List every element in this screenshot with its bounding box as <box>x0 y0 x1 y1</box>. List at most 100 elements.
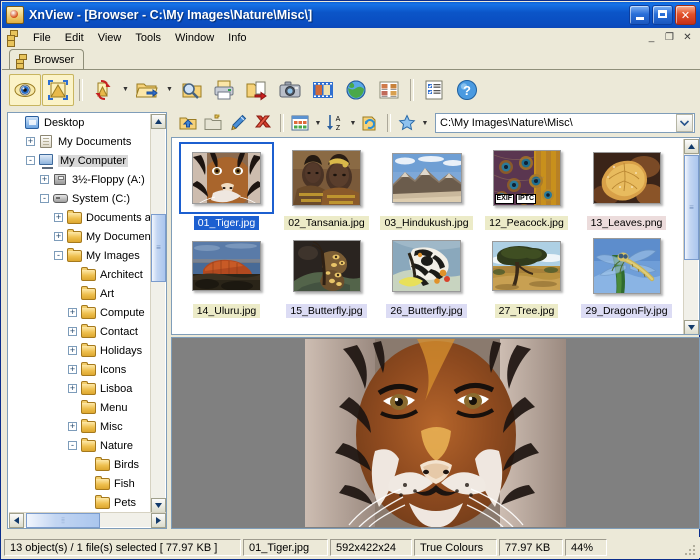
rotate-dropdown-arrow[interactable]: ▼ <box>120 75 131 105</box>
tree-expand-button[interactable]: + <box>68 346 77 355</box>
up-folder-icon[interactable] <box>176 111 200 135</box>
menu-item-file[interactable]: File <box>26 30 58 46</box>
print-icon[interactable] <box>208 74 240 106</box>
tree-node[interactable]: Fish <box>8 474 152 493</box>
thumbnail-label[interactable]: 12_Peacock.jpg <box>485 216 568 230</box>
menu-item-edit[interactable]: Edit <box>58 30 91 46</box>
tree-node[interactable]: -My Computer <box>8 151 152 170</box>
export-icon[interactable] <box>241 74 273 106</box>
mdi-restore-button[interactable]: ❐ <box>662 30 677 44</box>
thumbnail-image-frame[interactable] <box>179 142 274 214</box>
tree-scroll-left-button[interactable] <box>9 513 24 528</box>
tree-node[interactable]: +My Documents <box>8 132 152 151</box>
tree-hscroll-thumb[interactable]: ⦙⦙ <box>26 513 100 528</box>
thumbnail-label[interactable]: 13_Leaves.png <box>587 216 667 230</box>
thumbnail-item[interactable]: 14_Uluru.jpg <box>177 230 276 318</box>
open-folder-dropdown-arrow[interactable]: ▼ <box>164 75 175 105</box>
tree-expand-button[interactable]: + <box>68 365 77 374</box>
thumbnail-image-frame[interactable] <box>279 230 374 302</box>
thumbnail-item[interactable]: 27_Tree.jpg <box>477 230 576 318</box>
sort-dropdown-arrow[interactable]: ▼ <box>348 112 358 134</box>
view-mode-icon[interactable] <box>288 111 312 135</box>
tree-node[interactable]: Menu <box>8 398 152 417</box>
tree-node[interactable]: -System (C:) <box>8 189 152 208</box>
tree-scroll-right-button[interactable] <box>151 513 166 528</box>
thumbnail-image-frame[interactable] <box>379 230 474 302</box>
tree-expand-button[interactable]: + <box>68 422 77 431</box>
thumbnail-item[interactable]: 02_Tansania.jpg <box>277 142 376 230</box>
tree-vertical-scrollbar[interactable]: ≡ <box>150 114 165 513</box>
thumbnail-image-frame[interactable] <box>579 142 674 214</box>
thumbnail-image-frame[interactable] <box>279 142 374 214</box>
tree-collapse-button[interactable]: - <box>68 441 77 450</box>
favorites-icon[interactable] <box>395 111 419 135</box>
document-menu-icon[interactable] <box>7 30 22 45</box>
image-preview-pane[interactable] <box>171 337 700 529</box>
thumbnail-image-frame[interactable] <box>579 230 674 302</box>
resize-grip[interactable] <box>684 544 697 557</box>
tree-collapse-button[interactable]: - <box>54 251 63 260</box>
mdi-minimize-button[interactable]: _ <box>644 30 659 44</box>
tree-node[interactable]: +3½-Floppy (A:) <box>8 170 152 189</box>
thumbnail-item[interactable]: 29_DragonFly.jpg <box>577 230 676 318</box>
tree-node[interactable]: +Documents a <box>8 208 152 227</box>
minimize-button[interactable] <box>629 5 650 25</box>
contact-sheet-icon[interactable] <box>373 74 405 106</box>
thumbnail-vertical-scrollbar[interactable]: ≡ <box>683 139 698 335</box>
tree-scroll-thumb[interactable]: ≡ <box>151 214 166 282</box>
thumbnail-image-frame[interactable] <box>479 230 574 302</box>
thumbnail-label[interactable]: 26_Butterfly.jpg <box>386 304 466 318</box>
tree-expand-button[interactable]: + <box>54 213 63 222</box>
tree-node[interactable]: +Lisboa <box>8 379 152 398</box>
menu-item-tools[interactable]: Tools <box>128 30 168 46</box>
tree-node[interactable]: Art <box>8 284 152 303</box>
thumbnail-label[interactable]: 15_Butterfly.jpg <box>286 304 366 318</box>
slideshow-icon[interactable] <box>307 74 339 106</box>
view-mode-dropdown-arrow[interactable]: ▼ <box>313 112 323 134</box>
thumbnail-scroll-down-button[interactable] <box>684 320 699 335</box>
thumbnail-item[interactable]: 01_Tiger.jpg <box>177 142 276 230</box>
thumbnail-label[interactable]: 02_Tansania.jpg <box>284 216 368 230</box>
tree-collapse-button[interactable]: - <box>40 194 49 203</box>
camera-icon[interactable] <box>274 74 306 106</box>
open-folder-icon[interactable] <box>131 74 163 106</box>
thumbnail-scroll-up-button[interactable] <box>684 139 699 154</box>
tab-browser[interactable]: Browser <box>9 49 84 70</box>
tree-expand-button[interactable]: + <box>68 327 77 336</box>
tree-node[interactable]: Pets <box>8 493 152 512</box>
tree-node[interactable]: -Nature <box>8 436 152 455</box>
thumbnail-item[interactable]: 13_Leaves.png <box>577 142 676 230</box>
rename-icon[interactable] <box>226 111 250 135</box>
view-icon[interactable] <box>9 74 41 106</box>
thumbnail-label[interactable]: 27_Tree.jpg <box>495 304 559 318</box>
thumbnail-image-frame[interactable]: EXIFIPTC <box>479 142 574 214</box>
thumbnail-item[interactable]: 15_Butterfly.jpg <box>277 230 376 318</box>
thumbnail-scroll-thumb[interactable]: ≡ <box>684 155 699 260</box>
thumbnail-item[interactable]: EXIFIPTC 12_Peacock.jpg <box>477 142 576 230</box>
search-folder-icon[interactable] <box>175 74 207 106</box>
tree-node[interactable]: +My Documen <box>8 227 152 246</box>
tree-scroll-down-button[interactable] <box>151 498 166 513</box>
mdi-close-button[interactable]: ✕ <box>680 30 695 44</box>
sort-icon[interactable]: A Z <box>323 111 347 135</box>
tree-node[interactable]: Birds <box>8 455 152 474</box>
delete-icon[interactable] <box>251 111 275 135</box>
tree-collapse-button[interactable]: - <box>26 156 35 165</box>
tree-node[interactable]: -My Images <box>8 246 152 265</box>
tree-expand-button[interactable]: + <box>68 384 77 393</box>
menu-item-window[interactable]: Window <box>168 30 221 46</box>
tree-expand-button[interactable]: + <box>26 137 35 146</box>
close-button[interactable]: ✕ <box>675 5 696 25</box>
rotate-icon[interactable] <box>87 74 119 106</box>
folder-tree[interactable]: Desktop+My Documents-My Computer+3½-Flop… <box>8 113 152 514</box>
tree-expand-button[interactable]: + <box>40 175 49 184</box>
maximize-button[interactable] <box>652 5 673 25</box>
thumbnail-label[interactable]: 14_Uluru.jpg <box>193 304 261 318</box>
help-icon[interactable]: ? <box>451 74 483 106</box>
tree-node[interactable]: +Compute <box>8 303 152 322</box>
thumbnail-item[interactable]: 03_Hindukush.jpg <box>377 142 476 230</box>
tree-node[interactable]: Architect <box>8 265 152 284</box>
menu-item-info[interactable]: Info <box>221 30 253 46</box>
tree-node[interactable]: +Contact <box>8 322 152 341</box>
thumbnail-label[interactable]: 29_DragonFly.jpg <box>581 304 671 318</box>
